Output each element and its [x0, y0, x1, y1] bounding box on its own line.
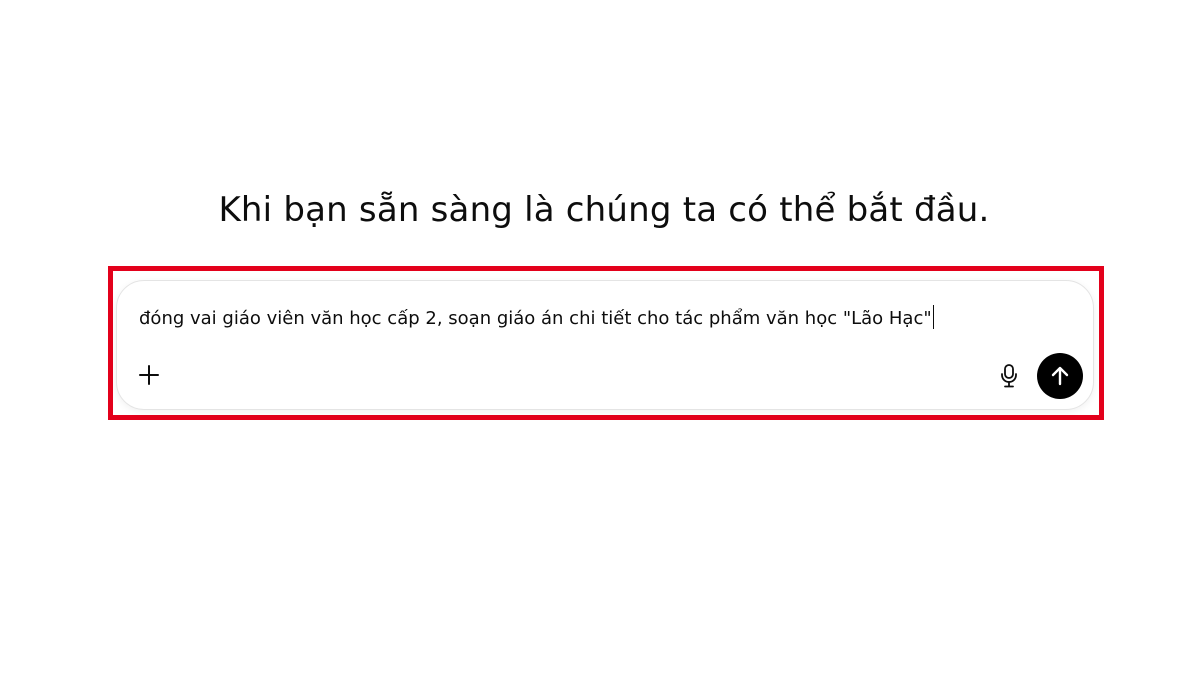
text-caret	[932, 305, 934, 329]
arrow-up-icon	[1051, 366, 1069, 386]
plus-icon	[139, 365, 159, 385]
voice-input-button[interactable]	[995, 361, 1023, 391]
prompt-input-value: đóng vai giáo viên văn học cấp 2, soạn g…	[139, 308, 932, 329]
prompt-composer[interactable]: đóng vai giáo viên văn học cấp 2, soạn g…	[116, 280, 1094, 410]
send-button[interactable]	[1037, 353, 1083, 399]
prompt-input[interactable]: đóng vai giáo viên văn học cấp 2, soạn g…	[139, 305, 934, 329]
add-attachment-button[interactable]	[135, 361, 163, 389]
microphone-icon	[1001, 364, 1017, 388]
page-title: Khi bạn sẵn sàng là chúng ta có thể bắt …	[218, 190, 990, 230]
page: Khi bạn sẵn sàng là chúng ta có thể bắt …	[0, 0, 1200, 675]
